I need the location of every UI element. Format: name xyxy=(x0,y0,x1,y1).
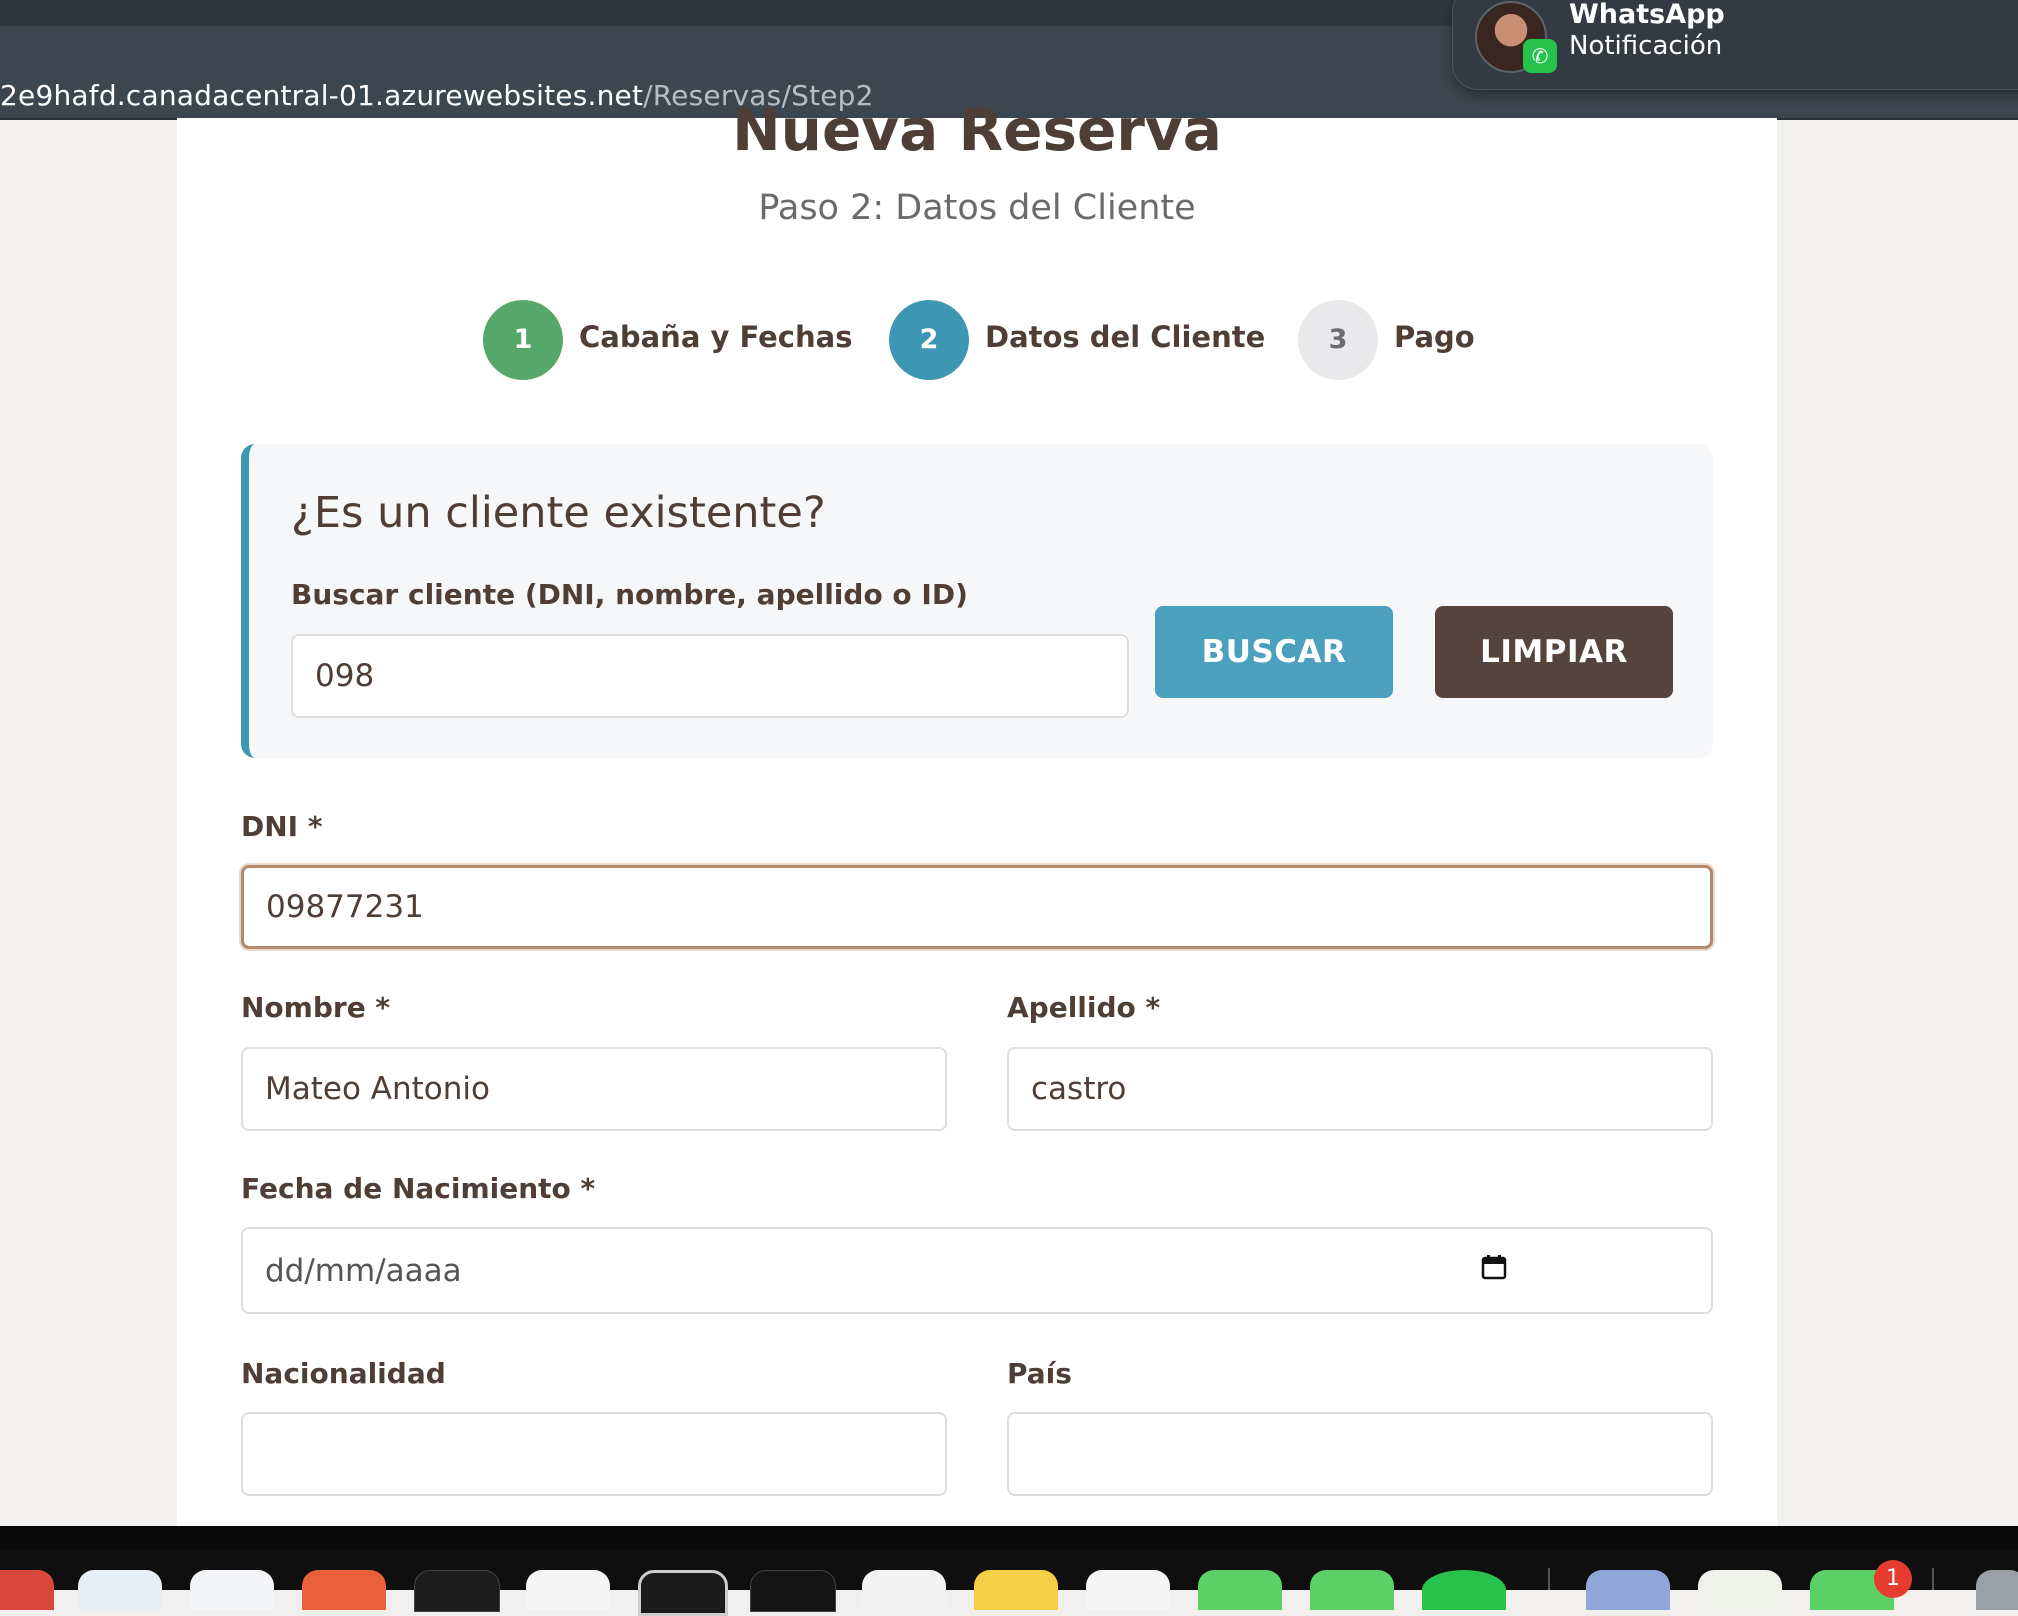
dock-border xyxy=(0,1526,2018,1550)
nombre-label: Nombre * xyxy=(241,991,391,1024)
nombre-field[interactable] xyxy=(241,1047,947,1131)
dock-app-icon[interactable] xyxy=(862,1570,946,1610)
calendar-icon[interactable] xyxy=(1481,1254,1507,1280)
step-number: 1 xyxy=(483,300,563,380)
dock-separator xyxy=(1932,1568,1934,1590)
dock-app-icon[interactable] xyxy=(750,1570,836,1612)
notification-text: Notificación xyxy=(1569,31,1723,61)
dock-app-icon[interactable] xyxy=(414,1570,500,1612)
safari-icon[interactable] xyxy=(78,1570,162,1610)
existing-client-search: ¿Es un cliente existente? Buscar cliente… xyxy=(241,444,1713,758)
apellido-field[interactable] xyxy=(1007,1047,1713,1131)
finder-icon[interactable] xyxy=(190,1570,274,1610)
apellido-label: Apellido * xyxy=(1007,991,1161,1024)
dock-app-icon[interactable] xyxy=(1586,1570,1670,1610)
dock-app-icon[interactable] xyxy=(526,1570,610,1610)
dock-app-icon[interactable] xyxy=(1698,1570,1782,1610)
nacionalidad-label: Nacionalidad xyxy=(241,1357,446,1390)
page-subtitle: Paso 2: Datos del Cliente xyxy=(758,188,1196,228)
notes-icon[interactable] xyxy=(974,1570,1058,1610)
search-button[interactable]: BUSCAR xyxy=(1155,606,1393,698)
client-search-input[interactable] xyxy=(291,634,1129,718)
page-title: Nueva Reserva xyxy=(732,96,1222,164)
step-number: 2 xyxy=(889,300,969,380)
reservation-card: Nueva Reserva Paso 2: Datos del Cliente … xyxy=(177,96,1777,1526)
trash-icon[interactable] xyxy=(1976,1570,2018,1610)
dock-separator xyxy=(1548,1568,1550,1590)
dock-app-icon[interactable] xyxy=(302,1570,386,1610)
step-number: 3 xyxy=(1298,300,1378,380)
facetime-icon[interactable] xyxy=(1310,1570,1394,1610)
dock-app-icon[interactable] xyxy=(1086,1570,1170,1610)
step-label: Pago xyxy=(1394,320,1475,354)
dni-field[interactable] xyxy=(241,865,1713,949)
search-title: ¿Es un cliente existente? xyxy=(291,488,826,538)
dock-app-icon[interactable] xyxy=(1422,1570,1506,1610)
terminal-icon[interactable] xyxy=(638,1570,728,1616)
dni-label: DNI * xyxy=(241,810,323,843)
notification-title: WhatsApp xyxy=(1569,0,1725,30)
whatsapp-notification[interactable]: ✆ WhatsApp Notificación xyxy=(1452,0,2018,90)
clear-button[interactable]: LIMPIAR xyxy=(1435,606,1673,698)
pais-field[interactable] xyxy=(1007,1412,1713,1496)
pais-label: País xyxy=(1007,1357,1072,1390)
step-label: Datos del Cliente xyxy=(985,320,1266,354)
notification-badge: 1 xyxy=(1874,1560,1912,1598)
dock-app-icon[interactable] xyxy=(0,1570,54,1610)
step-label: Cabaña y Fechas xyxy=(579,320,853,354)
nacionalidad-field[interactable] xyxy=(241,1412,947,1496)
fecha-nacimiento-label: Fecha de Nacimiento * xyxy=(241,1172,596,1205)
whatsapp-icon: ✆ xyxy=(1523,39,1557,73)
messages-icon[interactable] xyxy=(1198,1570,1282,1610)
search-label: Buscar cliente (DNI, nombre, apellido o … xyxy=(291,578,968,611)
